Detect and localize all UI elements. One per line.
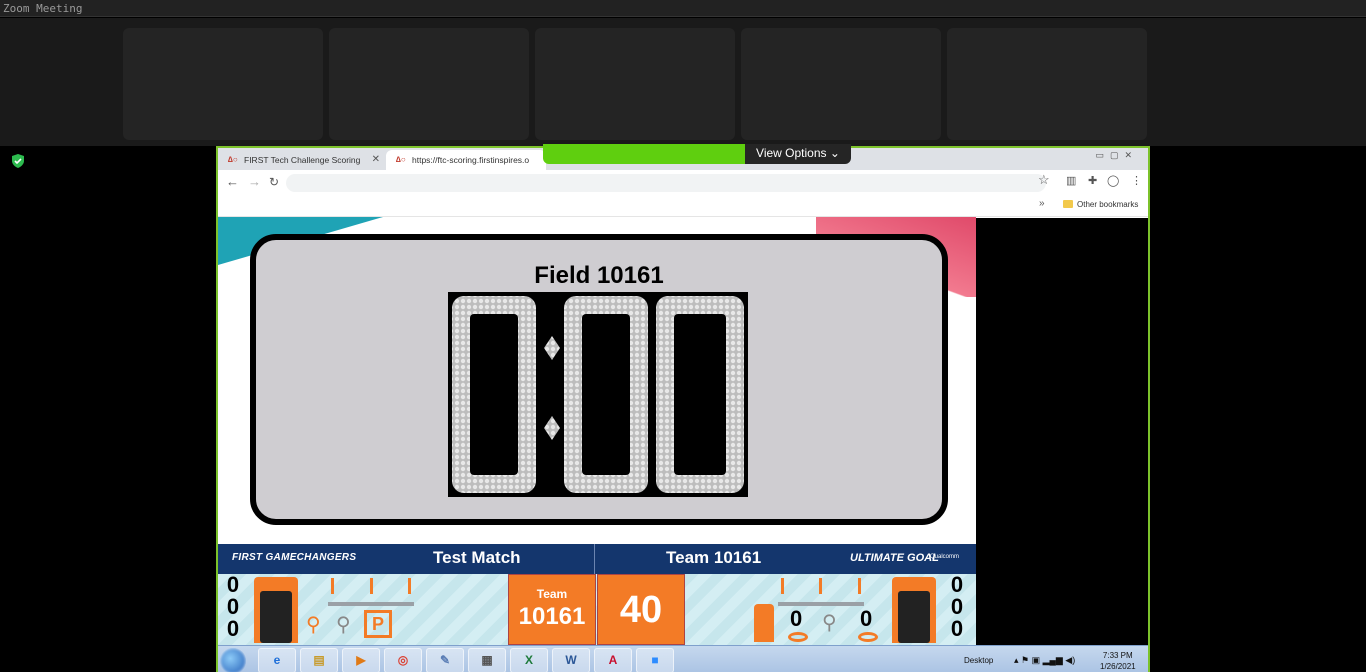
extensions-icon[interactable]: ✚ xyxy=(1088,174,1097,187)
powershot-rack-icon xyxy=(328,602,414,606)
bookmarks-more-icon[interactable]: » xyxy=(1039,198,1045,209)
score-header-bar: FIRST GAMECHANGERS Test Match Team 10161… xyxy=(218,544,976,574)
left-counter-3: 0 xyxy=(226,616,240,641)
ultimate-goal-logo: ULTIMATE GOAL xyxy=(850,552,939,564)
paint-icon[interactable]: ✎ xyxy=(426,648,464,672)
ring-stack-icon xyxy=(754,604,774,642)
browser-tab-scoring[interactable]: ∆○ FIRST Tech Challenge Scoring ✕ xyxy=(218,150,386,170)
other-bookmarks-link[interactable]: Other bookmarks xyxy=(1077,200,1138,209)
forward-icon[interactable]: → xyxy=(248,174,261,190)
sharing-indicator-bar xyxy=(543,144,745,164)
media-player-icon[interactable]: ▶ xyxy=(342,648,380,672)
powershot-post-icon xyxy=(819,578,822,594)
powershot-post-icon xyxy=(331,578,334,594)
match-name: Test Match xyxy=(433,548,521,567)
team-heading: Team 10161 xyxy=(666,548,762,567)
first-logo-icon: ∆○ xyxy=(228,155,238,164)
team-card-label: Team xyxy=(536,587,568,601)
word-icon[interactable]: W xyxy=(552,648,590,672)
ring-count-right: 0 xyxy=(860,606,873,631)
team-card-number: 10161 xyxy=(518,603,586,630)
chrome-icon[interactable]: ◎ xyxy=(384,648,422,672)
field-title: Field 10161 xyxy=(534,262,664,289)
participant-tile[interactable] xyxy=(123,28,323,140)
tab-label: https://ftc-scoring.firstinspires.o xyxy=(412,155,530,165)
participant-tile[interactable] xyxy=(329,28,529,140)
address-bar[interactable] xyxy=(286,174,1046,192)
ring-icon xyxy=(788,632,808,642)
wobble-goal-icon: ⚲ xyxy=(306,614,321,636)
start-button[interactable] xyxy=(220,648,246,672)
address-row: ← → ↻ ☆ ▥ ✚ ◯ ⋮ xyxy=(218,170,1148,196)
team-card: Team 10161 xyxy=(508,574,596,645)
window-controls[interactable]: ▭▢✕ xyxy=(1095,150,1138,161)
timer-panel: Field 10161 xyxy=(250,234,948,525)
clock-time: 7:33 PM xyxy=(1102,651,1133,660)
excel-icon[interactable]: X xyxy=(510,648,548,672)
scoring-page: Field 10161 FIRST GAMECHANGERS Test Matc… xyxy=(218,217,976,672)
divider xyxy=(594,544,595,574)
profile-avatar-icon[interactable]: ◯ xyxy=(1107,174,1119,187)
right-counter-3: 0 xyxy=(950,616,964,641)
right-counter-2: 0 xyxy=(950,594,964,619)
clock[interactable]: 7:33 PM 1/26/2021 xyxy=(1100,650,1136,672)
screen-share-view: ∆○ FIRST Tech Challenge Scoring ✕ ∆○ htt… xyxy=(216,146,1150,672)
calculator-icon[interactable]: ▦ xyxy=(468,648,506,672)
sponsor-logo: Qualcomm xyxy=(930,554,960,560)
ring-icon xyxy=(858,632,878,642)
goal-tower-icon xyxy=(892,577,936,643)
desktop-toolbar-label[interactable]: Desktop xyxy=(964,656,993,665)
participant-tile[interactable] xyxy=(947,28,1147,140)
clock-date: 1/26/2021 xyxy=(1100,662,1136,671)
total-score: 40 xyxy=(597,574,685,645)
view-options-label: View Options xyxy=(756,146,827,160)
right-counter-1: 0 xyxy=(950,572,964,597)
participant-tile[interactable] xyxy=(535,28,735,140)
chevron-down-icon: ⌄ xyxy=(829,146,840,160)
browser-tab-url[interactable]: ∆○ https://ftc-scoring.firstinspires.o xyxy=(386,150,546,170)
tab-label: FIRST Tech Challenge Scoring xyxy=(244,155,361,165)
folder-icon xyxy=(1063,200,1073,208)
zoom-icon[interactable]: ■ xyxy=(636,648,674,672)
participant-tile[interactable] xyxy=(741,28,941,140)
left-counter-2: 0 xyxy=(226,594,240,619)
ie-icon[interactable]: e xyxy=(258,648,296,672)
menu-kebab-icon[interactable]: ⋮ xyxy=(1131,174,1142,187)
wobble-goal-outline-icon: ⚲ xyxy=(822,612,837,634)
powershot-post-icon xyxy=(858,578,861,594)
powershot-post-icon xyxy=(781,578,784,594)
parking-icon: P xyxy=(364,610,392,638)
bookmarks-bar: » Other bookmarks xyxy=(218,196,1148,217)
back-icon[interactable]: ← xyxy=(226,174,239,190)
zoom-window-title: Zoom Meeting xyxy=(0,0,1366,17)
participant-gallery xyxy=(0,18,1366,146)
windows-taskbar: e ▤ ▶ ◎ ✎ ▦ X W A ■ Desktop ▴ ⚑ ▣ ▂▄▆ ◀)… xyxy=(218,645,1148,672)
close-tab-icon[interactable]: ✕ xyxy=(372,150,380,170)
reading-icon[interactable]: ▥ xyxy=(1066,174,1076,187)
powershot-post-icon xyxy=(408,578,411,594)
acrobat-icon[interactable]: A xyxy=(594,648,632,672)
reload-icon[interactable]: ↻ xyxy=(269,174,279,190)
security-shield-icon[interactable] xyxy=(10,153,26,169)
powershot-post-icon xyxy=(370,578,373,594)
first-logo-icon: ∆○ xyxy=(396,155,406,164)
game-changers-logo: FIRST GAMECHANGERS xyxy=(232,552,357,563)
ring-count-left: 0 xyxy=(790,606,803,631)
view-options-button[interactable]: View Options ⌄ xyxy=(745,144,851,164)
system-tray: Desktop ▴ ⚑ ▣ ▂▄▆ ◀) 7:33 PM 1/26/2021 xyxy=(948,646,1148,672)
bookmark-star-icon[interactable]: ☆ xyxy=(1038,172,1050,188)
explorer-icon[interactable]: ▤ xyxy=(300,648,338,672)
tray-icons[interactable]: ▴ ⚑ ▣ ▂▄▆ ◀) xyxy=(1014,655,1075,666)
left-counter-1: 0 xyxy=(226,572,240,597)
wobble-goal-outline-icon: ⚲ xyxy=(336,614,351,636)
goal-tower-icon xyxy=(254,577,298,643)
match-timer-display xyxy=(448,292,748,497)
